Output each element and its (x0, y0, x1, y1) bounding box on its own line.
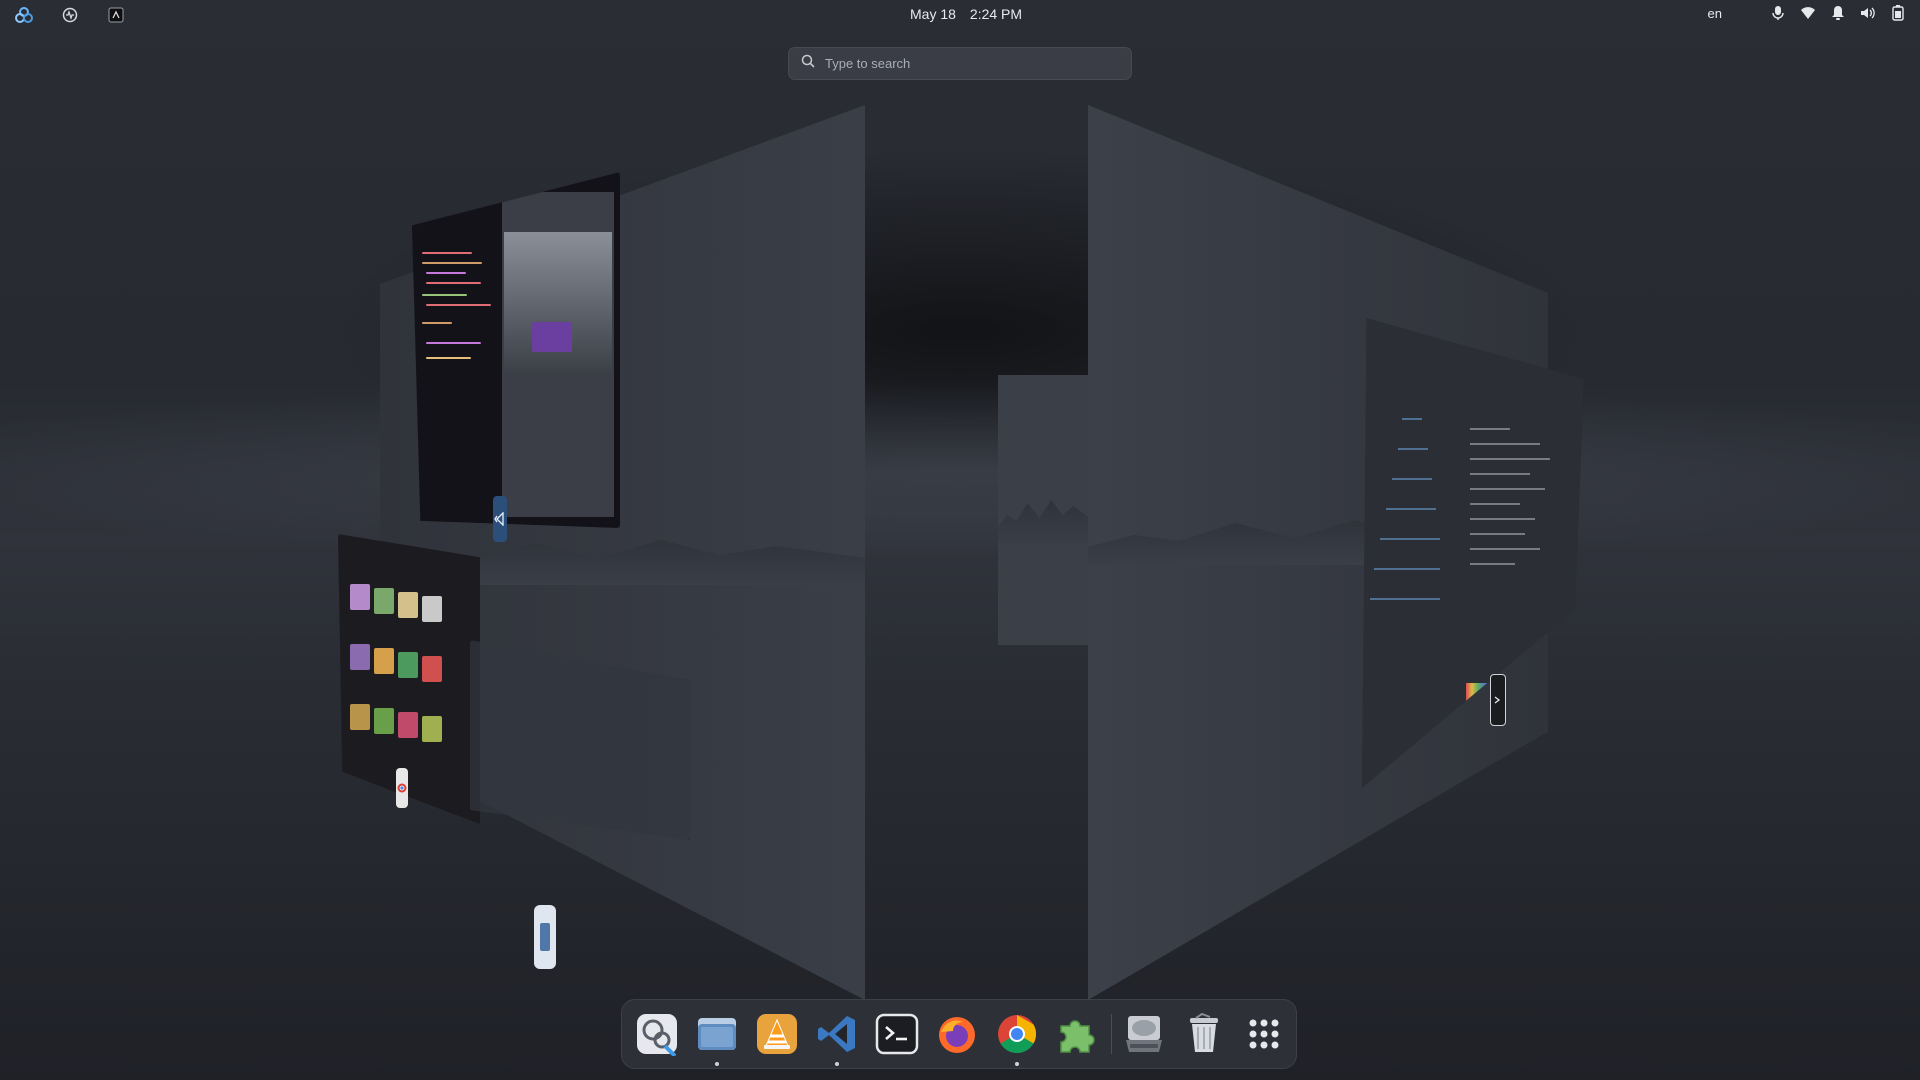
tiling-icon[interactable] (104, 4, 128, 26)
search-input[interactable] (823, 55, 1117, 72)
window-thumbnail-vscode[interactable] (412, 172, 620, 528)
clock-date: May 18 (910, 6, 956, 22)
dock-item-terminal[interactable] (874, 1011, 920, 1057)
hard-drive-icon (1126, 1016, 1162, 1052)
dock-separator (1111, 1014, 1112, 1054)
workspace-face-back[interactable] (998, 375, 1090, 645)
running-indicator (715, 1062, 719, 1066)
preview-dialog (532, 322, 572, 352)
files-icon (534, 905, 556, 969)
top-bar: May 18 2:24 PM en (0, 0, 1920, 30)
dock-item-files[interactable] (694, 1011, 740, 1066)
dock-item-tweaks[interactable] (634, 1011, 680, 1057)
keyboard-language[interactable]: en (1708, 6, 1722, 21)
volume-icon[interactable] (1860, 5, 1876, 21)
system-monitor-icon[interactable] (58, 4, 82, 26)
dock-item-vlc[interactable] (754, 1011, 800, 1057)
dock-item-extensions[interactable] (1054, 1011, 1100, 1057)
running-indicator (1015, 1062, 1019, 1066)
dock-item-firefox[interactable] (934, 1011, 980, 1057)
vscode-icon (818, 1016, 855, 1052)
dock-item-chrome[interactable] (994, 1011, 1040, 1066)
terminal-icon (1490, 674, 1506, 726)
tweaks-icon (637, 1014, 677, 1056)
trash-icon (1190, 1012, 1218, 1052)
wifi-icon[interactable] (1800, 5, 1816, 21)
dock-item-trash[interactable] (1181, 1011, 1227, 1057)
clock[interactable]: May 18 2:24 PM (910, 6, 1022, 22)
chrome-icon (396, 768, 408, 808)
app-grid-icon (1249, 1019, 1279, 1049)
firefox-icon (939, 1017, 975, 1053)
vlc-cone-icon (757, 1014, 797, 1054)
dock-item-app-grid[interactable] (1241, 1011, 1287, 1057)
running-indicator (835, 1062, 839, 1066)
clock-time: 2:24 PM (969, 6, 1023, 22)
chrome-icon (998, 1015, 1037, 1053)
puzzle-piece-icon (1060, 1020, 1095, 1053)
background-glow (0, 380, 1920, 560)
battery-icon[interactable] (1890, 5, 1906, 21)
terminal-icon (875, 1013, 919, 1055)
dock (621, 999, 1297, 1069)
microphone-icon[interactable] (1770, 5, 1786, 21)
dock-item-disks[interactable] (1121, 1011, 1167, 1057)
window-thumbnail-browser[interactable] (338, 534, 480, 824)
search-icon (801, 54, 815, 73)
vscode-icon (493, 496, 507, 542)
notification-bell-icon[interactable] (1830, 5, 1846, 21)
search-bar[interactable] (788, 47, 1132, 80)
wallpaper-mountains (998, 500, 1090, 545)
dock-item-vscode[interactable] (814, 1011, 860, 1066)
folder-icon (698, 1018, 736, 1050)
desktop-overview: May 18 2:24 PM en (0, 0, 1920, 1080)
distro-logo-icon[interactable] (12, 4, 36, 26)
